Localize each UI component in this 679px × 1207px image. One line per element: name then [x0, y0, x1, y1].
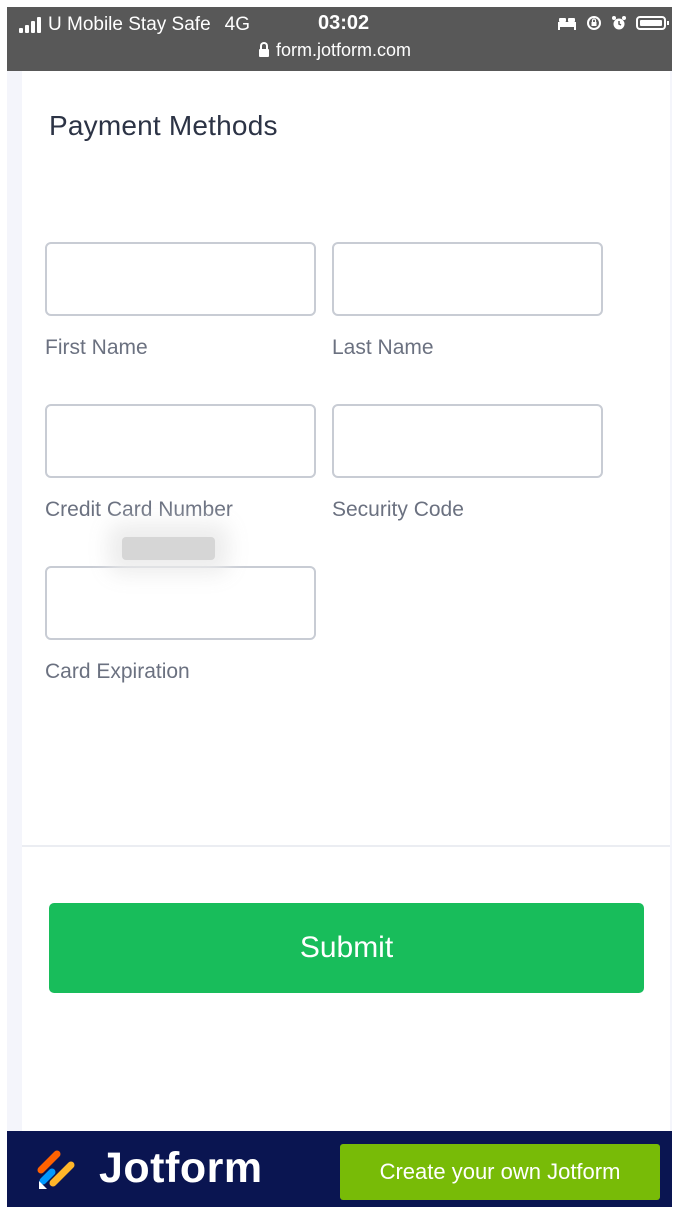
url-text: form.jotform.com — [276, 40, 412, 60]
security-code-label: Security Code — [332, 498, 464, 521]
card-number-field: Credit Card Number — [45, 404, 316, 521]
last-name-label: Last Name — [332, 336, 434, 359]
page-title: Payment Methods — [49, 110, 278, 141]
card-expiration-field: Card Expiration — [45, 566, 316, 683]
carrier-name: U Mobile Stay Safe — [48, 14, 211, 35]
card-number-input[interactable] — [45, 404, 316, 478]
first-name-label: First Name — [45, 336, 148, 359]
card-expiration-input[interactable] — [45, 566, 316, 640]
jotform-wordmark: Jotform — [99, 1144, 263, 1192]
jotform-logo-icon — [37, 1150, 75, 1189]
status-right — [557, 15, 669, 31]
first-name-input[interactable] — [45, 242, 316, 316]
card-number-label: Credit Card Number — [45, 498, 233, 521]
form-divider — [22, 845, 670, 847]
status-bar: U Mobile Stay Safe 4G 03:02 form.jotform… — [7, 7, 672, 71]
address-bar[interactable]: form.jotform.com — [259, 40, 411, 61]
first-name-field: First Name — [45, 242, 316, 359]
security-code-field: Security Code — [332, 404, 603, 521]
battery-icon — [636, 16, 669, 30]
bed-icon — [558, 18, 576, 30]
scroll-indicator — [122, 537, 215, 560]
last-name-input[interactable] — [332, 242, 603, 316]
lock-icon — [259, 41, 269, 57]
card-expiration-label: Card Expiration — [45, 660, 190, 683]
network-type: 4G — [224, 14, 250, 35]
last-name-field: Last Name — [332, 242, 603, 359]
status-time: 03:02 — [318, 12, 370, 34]
alarm-icon — [612, 16, 626, 30]
signal-icon — [19, 17, 41, 33]
rotation-lock-icon — [587, 16, 601, 30]
security-code-input[interactable] — [332, 404, 603, 478]
create-jotform-button[interactable]: Create your own Jotform — [340, 1144, 660, 1200]
submit-button[interactable]: Submit — [49, 903, 644, 993]
status-left: U Mobile Stay Safe 4G — [19, 14, 250, 36]
jotform-banner: Jotform Create your own Jotform — [7, 1131, 672, 1207]
jotform-logo[interactable]: Jotform — [35, 1144, 263, 1193]
